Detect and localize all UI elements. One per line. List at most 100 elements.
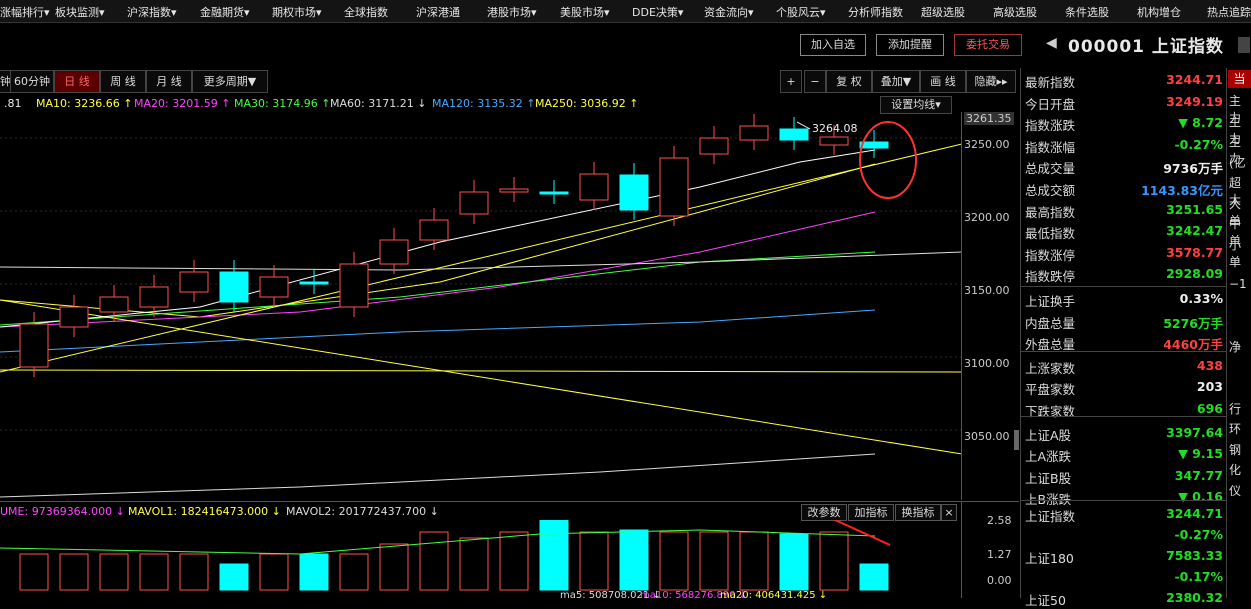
chart-tool-button[interactable]: 画 线: [920, 70, 966, 93]
indicator-button[interactable]: ×: [941, 504, 957, 521]
index-row[interactable]: -0.17%: [1025, 567, 1225, 588]
quote-value: ▼ 9.15: [1178, 446, 1223, 462]
nav-item[interactable]: 金融期货▾: [200, 4, 250, 20]
ma60-line: [0, 251, 962, 271]
nav-item[interactable]: 高级选股: [993, 4, 1037, 20]
nav-item[interactable]: 期权市场▾: [272, 4, 322, 20]
chart-tool-button[interactable]: 隐藏▸▸: [966, 70, 1016, 93]
kline-chart[interactable]: 3264.08: [0, 112, 962, 500]
side-label: 小单: [1229, 237, 1242, 269]
candle-body: [339, 263, 369, 308]
quote-value: ▼ 8.72: [1178, 115, 1223, 131]
nav-item[interactable]: 个股风云▾: [776, 4, 826, 20]
quote-label: 指数跌停: [1025, 269, 1076, 285]
volume-legend-item: MAVOL2: 201772437.700 ↓: [286, 505, 439, 518]
chart-tool-button[interactable]: −: [804, 70, 826, 93]
ma-settings-button[interactable]: 设置均线▾: [880, 96, 952, 114]
price-tick-label: 3261.35: [964, 112, 1014, 125]
candle-body: [419, 219, 449, 241]
chart-tool-button[interactable]: +: [780, 70, 802, 93]
nav-item[interactable]: 板块监测▾: [55, 4, 105, 20]
ma-value: MA30: 3174.96 ↑: [234, 97, 331, 110]
chart-tool-button[interactable]: 叠加▼: [872, 70, 920, 93]
quote-label: 指数涨幅: [1025, 139, 1076, 155]
chart-tool-button[interactable]: 复 权: [826, 70, 872, 93]
period-tab[interactable]: 月 线: [146, 70, 192, 93]
candle-body: [819, 136, 849, 146]
index-row[interactable]: 上证50 2380.32: [1025, 588, 1225, 609]
quote-value: 696: [1196, 401, 1223, 416]
panel-tab[interactable]: 当: [1228, 70, 1251, 88]
volume-bar: [259, 553, 289, 591]
period-tab[interactable]: 周 线: [100, 70, 146, 93]
quote-label: 最低指数: [1025, 226, 1076, 242]
quote-value: ▼ 0.16: [1178, 489, 1223, 505]
period-tab[interactable]: 更多周期▼: [192, 70, 268, 93]
nav-item[interactable]: 涨幅排行▾: [0, 4, 50, 20]
period-tab[interactable]: 日 线: [54, 70, 100, 93]
period-tab[interactable]: 60分钟: [10, 70, 54, 93]
quote-value: 3397.64: [1166, 424, 1223, 440]
index-row[interactable]: 上证180 7583.33: [1025, 546, 1225, 567]
candle-body: [739, 125, 769, 141]
indicator-button[interactable]: 换指标: [895, 504, 941, 521]
quote-value: 1143.83亿元: [1141, 183, 1223, 198]
candle-body: [779, 128, 809, 141]
nav-item[interactable]: 条件选股: [1065, 4, 1109, 20]
index-label: 上证180: [1025, 551, 1074, 566]
index-row[interactable]: -0.27%: [1025, 525, 1225, 546]
nav-item[interactable]: 沪深港通: [416, 4, 460, 20]
volume-bar: [219, 563, 249, 591]
high-pointer: [796, 121, 811, 130]
quote-row: 总成交额 1143.83亿元: [1025, 178, 1225, 199]
volume-chart[interactable]: [0, 520, 962, 598]
volume-bar: [379, 543, 409, 591]
volume-bar: [139, 553, 169, 591]
nav-item[interactable]: 超级选股: [921, 4, 965, 20]
candle-body: [659, 157, 689, 217]
indicator-button[interactable]: 加指标: [848, 504, 894, 521]
candle-body: [59, 306, 89, 328]
axis-scroll-handle[interactable]: [1014, 430, 1019, 450]
add-to-watchlist-button[interactable]: 加入自选: [800, 34, 866, 56]
volume-bar: [859, 563, 889, 591]
nav-item[interactable]: 热点追踪: [1207, 4, 1251, 20]
quote-label: 上涨家数: [1025, 360, 1076, 376]
quote-value: 3244.71: [1166, 72, 1223, 87]
trade-order-button[interactable]: 委托交易: [954, 34, 1022, 56]
prev-stock-icon[interactable]: ◀: [1046, 35, 1057, 51]
nav-item[interactable]: 分析师指数: [848, 4, 903, 20]
quote-row: 最低指数 3242.47: [1025, 221, 1225, 242]
candle-body: [699, 137, 729, 155]
nav-item[interactable]: 沪深指数▾: [127, 4, 177, 20]
quote-row: 平盘家数 203: [1025, 377, 1225, 398]
stock-name: 上证指数: [1151, 37, 1224, 57]
price-tick-label: 3100.00: [964, 357, 1010, 370]
candle-body: [379, 239, 409, 265]
add-alert-button[interactable]: 添加提醒: [876, 34, 944, 56]
nav-item[interactable]: 全球指数: [344, 4, 388, 20]
nav-item[interactable]: 机构增仓: [1137, 4, 1181, 20]
quote-row: 内盘总量 5276万手: [1025, 311, 1225, 332]
panel-separator: [1021, 286, 1227, 287]
quote-row: 指数跌停 2928.09: [1025, 264, 1225, 285]
nav-item[interactable]: 美股市场▾: [560, 4, 610, 20]
quote-value: 438: [1196, 357, 1223, 373]
nav-item[interactable]: DDE决策▾: [632, 4, 683, 20]
index-row[interactable]: 上证指数 3244.71: [1025, 504, 1225, 525]
nav-item[interactable]: 资金流向▾: [704, 4, 754, 20]
ma-value: MA60: 3171.21 ↓: [330, 97, 427, 110]
nav-item[interactable]: 港股市场▾: [487, 4, 537, 20]
next-stock-icon[interactable]: [1238, 37, 1250, 53]
volume-bar: [579, 531, 609, 591]
quote-info-panel: 最新指数 3244.71 今日开盘 3249.19 指数涨跌 ▼ 8.72 指数涨幅 -0.2…: [1020, 68, 1227, 608]
panel-separator: [1021, 351, 1227, 352]
quote-value: 5276万手: [1163, 315, 1223, 331]
volume-bar: [619, 529, 649, 591]
ma-value: MA20: 3201.59 ↑: [134, 97, 231, 110]
candle-body: [219, 271, 249, 303]
indicator-button[interactable]: 改参数: [801, 504, 847, 521]
quote-row: 最高指数 3251.65: [1025, 200, 1225, 221]
candle-body: [499, 188, 529, 193]
volume-bar: [299, 553, 329, 591]
